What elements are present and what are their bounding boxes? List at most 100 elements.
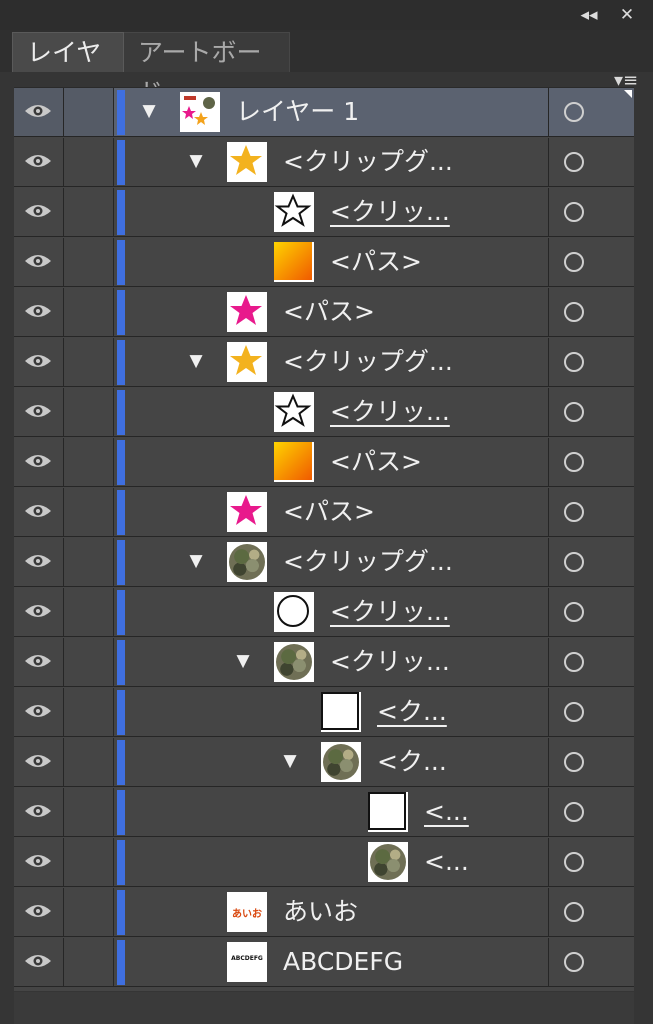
target-column[interactable]	[549, 338, 634, 386]
target-column[interactable]	[549, 738, 634, 786]
lock-toggle[interactable]	[64, 288, 114, 336]
lock-toggle[interactable]	[64, 488, 114, 536]
visibility-toggle[interactable]	[14, 638, 64, 686]
visibility-toggle[interactable]	[14, 938, 64, 986]
target-column[interactable]	[549, 538, 634, 586]
visibility-toggle[interactable]	[14, 388, 64, 436]
close-panel-icon[interactable]: ✕	[616, 4, 638, 26]
target-circle-icon[interactable]	[564, 652, 584, 672]
expand-triangle-icon[interactable]: ▼	[280, 750, 300, 772]
layer-row[interactable]: <...	[14, 838, 634, 887]
visibility-toggle[interactable]	[14, 188, 64, 236]
layer-row[interactable]: ▼ <クリッ...	[14, 638, 634, 687]
expand-triangle-icon[interactable]: ▼	[139, 100, 159, 122]
layer-name-cell[interactable]: <...	[129, 788, 549, 836]
target-circle-icon[interactable]	[564, 602, 584, 622]
tab-artboards[interactable]: アートボード	[124, 32, 290, 107]
visibility-toggle[interactable]	[14, 338, 64, 386]
collapse-panel-icon[interactable]: ◂◂	[578, 4, 600, 26]
expand-triangle-icon[interactable]: ▼	[186, 550, 206, 572]
layer-row[interactable]: ▼ <クリップグ...	[14, 538, 634, 587]
target-circle-icon[interactable]	[564, 852, 584, 872]
lock-toggle[interactable]	[64, 888, 114, 936]
layer-row-selected[interactable]: ▼ レイヤー 1	[14, 88, 634, 137]
visibility-toggle[interactable]	[14, 538, 64, 586]
target-column[interactable]	[549, 138, 634, 186]
target-column[interactable]	[549, 788, 634, 836]
target-column[interactable]	[549, 238, 634, 286]
target-column[interactable]	[549, 288, 634, 336]
layer-name-cell[interactable]: ▼ <クリップグ...	[129, 338, 549, 386]
target-column[interactable]	[549, 188, 634, 236]
target-circle-icon[interactable]	[564, 102, 584, 122]
lock-toggle[interactable]	[64, 438, 114, 486]
target-column[interactable]	[549, 438, 634, 486]
expand-triangle-icon[interactable]: ▼	[233, 650, 253, 672]
target-column[interactable]	[549, 688, 634, 736]
layer-name-cell[interactable]: <パス>	[129, 438, 549, 486]
layer-row[interactable]: <ク...	[14, 688, 634, 737]
layer-name-cell[interactable]: <クリッ...	[129, 188, 549, 236]
target-column[interactable]	[549, 388, 634, 436]
target-column[interactable]	[549, 888, 634, 936]
layer-name-cell[interactable]: <ク...	[129, 688, 549, 736]
lock-toggle[interactable]	[64, 938, 114, 986]
visibility-toggle[interactable]	[14, 88, 64, 136]
layer-row[interactable]: <パス>	[14, 488, 634, 537]
target-circle-icon[interactable]	[564, 202, 584, 222]
layer-name-cell[interactable]: <パス>	[129, 488, 549, 536]
layer-row[interactable]: <パス>	[14, 288, 634, 337]
lock-toggle[interactable]	[64, 188, 114, 236]
target-circle-icon[interactable]	[564, 452, 584, 472]
expand-triangle-icon[interactable]: ▼	[186, 350, 206, 372]
layer-name-cell[interactable]: ▼ <クリップグ...	[129, 538, 549, 586]
layer-name-cell[interactable]: ▼ <クリッ...	[129, 638, 549, 686]
visibility-toggle[interactable]	[14, 238, 64, 286]
visibility-toggle[interactable]	[14, 438, 64, 486]
layer-row[interactable]: ▼ <クリップグ...	[14, 138, 634, 187]
lock-toggle[interactable]	[64, 538, 114, 586]
target-circle-icon[interactable]	[564, 902, 584, 922]
target-circle-icon[interactable]	[564, 402, 584, 422]
layer-row[interactable]: ▼ <クリップグ...	[14, 338, 634, 387]
visibility-toggle[interactable]	[14, 138, 64, 186]
tab-layers[interactable]: レイヤー	[12, 32, 124, 107]
target-circle-icon[interactable]	[564, 702, 584, 722]
target-circle-icon[interactable]	[564, 802, 584, 822]
layer-name-cell[interactable]: <クリッ...	[129, 388, 549, 436]
target-circle-icon[interactable]	[564, 752, 584, 772]
target-circle-icon[interactable]	[564, 152, 584, 172]
layer-row[interactable]: <クリッ...	[14, 388, 634, 437]
layer-row[interactable]: <パス>	[14, 438, 634, 487]
layer-name-cell[interactable]: ▼ レイヤー 1	[129, 88, 549, 136]
target-circle-icon[interactable]	[564, 502, 584, 522]
visibility-toggle[interactable]	[14, 738, 64, 786]
lock-toggle[interactable]	[64, 588, 114, 636]
visibility-toggle[interactable]	[14, 688, 64, 736]
layer-row[interactable]: <パス>	[14, 238, 634, 287]
lock-toggle[interactable]	[64, 688, 114, 736]
lock-toggle[interactable]	[64, 788, 114, 836]
target-circle-icon[interactable]	[564, 952, 584, 972]
layer-name-cell[interactable]: <パス>	[129, 238, 549, 286]
visibility-toggle[interactable]	[14, 788, 64, 836]
expand-triangle-icon[interactable]: ▼	[186, 150, 206, 172]
target-circle-icon[interactable]	[564, 552, 584, 572]
target-circle-icon[interactable]	[564, 352, 584, 372]
lock-toggle[interactable]	[64, 388, 114, 436]
layer-row[interactable]: あいお あいお	[14, 888, 634, 937]
lock-toggle[interactable]	[64, 238, 114, 286]
visibility-toggle[interactable]	[14, 488, 64, 536]
layer-row[interactable]: <クリッ...	[14, 588, 634, 637]
layer-name-cell[interactable]: ABCDEFG ABCDEFG	[129, 938, 549, 986]
visibility-toggle[interactable]	[14, 888, 64, 936]
target-column[interactable]	[549, 588, 634, 636]
visibility-toggle[interactable]	[14, 288, 64, 336]
lock-toggle[interactable]	[64, 738, 114, 786]
lock-toggle[interactable]	[64, 138, 114, 186]
layer-row[interactable]: ▼ <ク...	[14, 738, 634, 787]
lock-toggle[interactable]	[64, 838, 114, 886]
layer-name-cell[interactable]: ▼ <ク...	[129, 738, 549, 786]
target-column[interactable]	[549, 938, 634, 986]
layer-name-cell[interactable]: <パス>	[129, 288, 549, 336]
